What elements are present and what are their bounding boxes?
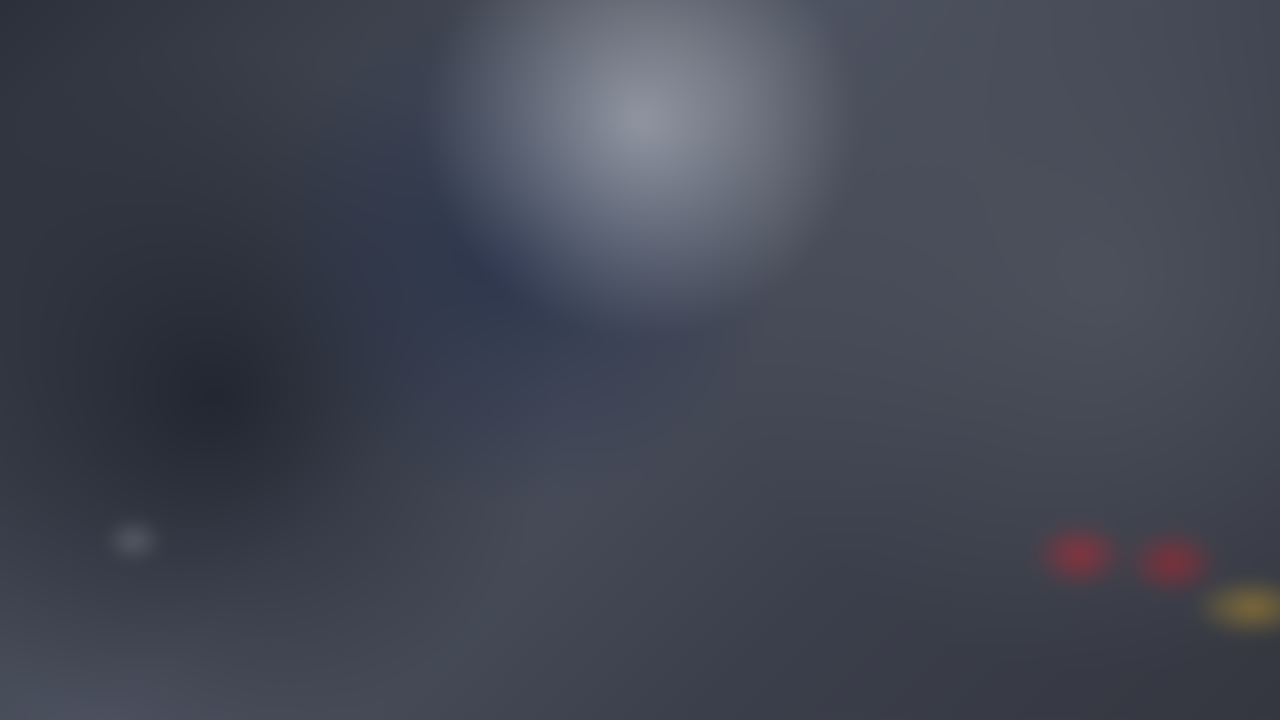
video-background [0, 0, 1280, 720]
hero-container: Full-Screen Background Video Using CSS G… [0, 0, 1280, 720]
